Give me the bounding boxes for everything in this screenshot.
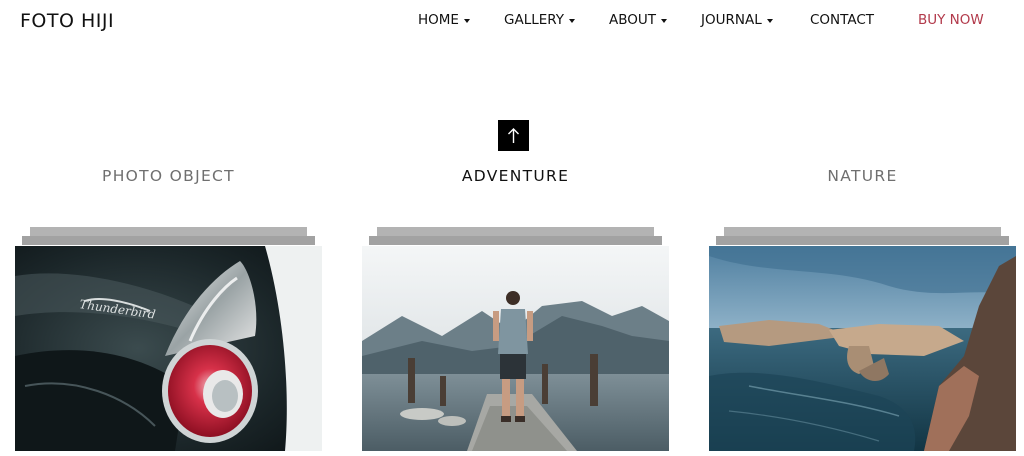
- stack-layer: [377, 227, 654, 236]
- nav-item-journal[interactable]: JOURNAL: [701, 12, 773, 28]
- nav-item-label: ABOUT: [609, 12, 657, 28]
- nav-item-contact[interactable]: CONTACT: [810, 12, 874, 28]
- coastal-cliffs-photo: [709, 246, 1016, 451]
- category-title-photo-object[interactable]: PHOTO OBJECT: [15, 167, 322, 185]
- stack-layer: [30, 227, 307, 236]
- nav-item-about[interactable]: ABOUT: [609, 12, 668, 28]
- car-tail-light-photo: Thunderbird: [15, 246, 322, 451]
- category-title-nature[interactable]: NATURE: [709, 167, 1016, 185]
- nav-item-gallery[interactable]: GALLERY: [504, 12, 576, 28]
- stack-layer: [369, 236, 662, 245]
- category-title-adventure[interactable]: ADVENTURE: [362, 167, 669, 185]
- man-on-pier-photo: [362, 246, 669, 451]
- category-card-adventure[interactable]: [362, 226, 669, 452]
- stack-layer: [724, 227, 1001, 236]
- caret-down-icon: [569, 18, 576, 23]
- nav-item-home[interactable]: HOME: [418, 12, 470, 28]
- nav-item-label: CONTACT: [810, 12, 875, 28]
- caret-down-icon: [766, 18, 773, 23]
- arrow-up-icon: [508, 128, 519, 143]
- scroll-up-button[interactable]: [498, 120, 529, 151]
- buy-now-link[interactable]: BUY NOW: [918, 12, 984, 28]
- category-card-nature[interactable]: [709, 226, 1016, 452]
- stack-layer: [716, 236, 1009, 245]
- stack-layer: [22, 236, 315, 245]
- nav-item-label: JOURNAL: [701, 12, 762, 28]
- nav-item-label: HOME: [418, 12, 459, 28]
- category-card-photo-object[interactable]: Thunderbird: [15, 226, 322, 452]
- site-logo[interactable]: FOTO HIJI: [20, 10, 114, 32]
- nav-item-label: GALLERY: [504, 12, 565, 28]
- caret-down-icon: [463, 18, 470, 23]
- caret-down-icon: [661, 18, 668, 23]
- buy-now-label: BUY NOW: [918, 12, 984, 28]
